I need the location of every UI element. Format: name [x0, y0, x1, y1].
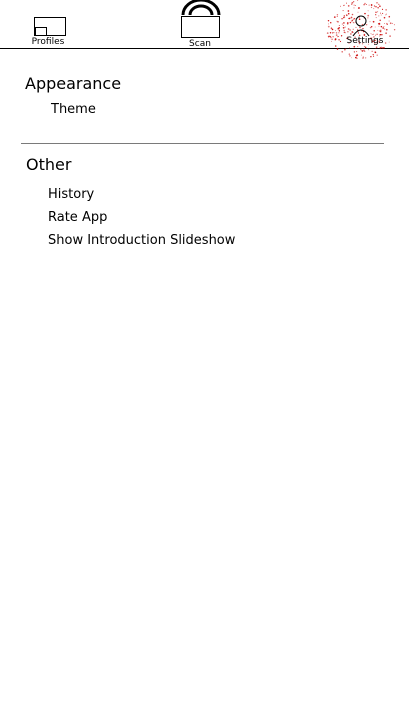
settings-icon: [326, 0, 396, 59]
tab-profiles-label: Profiles: [31, 37, 65, 47]
tab-bar: Profiles Scan Settings: [0, 0, 409, 59]
tab-profiles[interactable]: Profiles: [20, 0, 76, 49]
tab-scan-label: Scan: [189, 39, 211, 49]
profiles-icon: [34, 17, 66, 36]
settings-item-theme[interactable]: Theme: [51, 101, 96, 118]
scan-icon: [181, 16, 220, 38]
section-divider: [21, 143, 384, 144]
tab-settings[interactable]: Settings: [324, 0, 396, 62]
section-title-other: Other: [26, 155, 72, 174]
settings-item-rate-app[interactable]: Rate App: [48, 209, 107, 226]
tab-scan[interactable]: Scan: [172, 0, 228, 49]
tab-settings-label: Settings: [346, 36, 384, 46]
section-title-appearance: Appearance: [25, 74, 122, 93]
settings-item-intro-slideshow[interactable]: Show Introduction Slideshow: [48, 232, 235, 249]
settings-item-history[interactable]: History: [48, 186, 94, 203]
